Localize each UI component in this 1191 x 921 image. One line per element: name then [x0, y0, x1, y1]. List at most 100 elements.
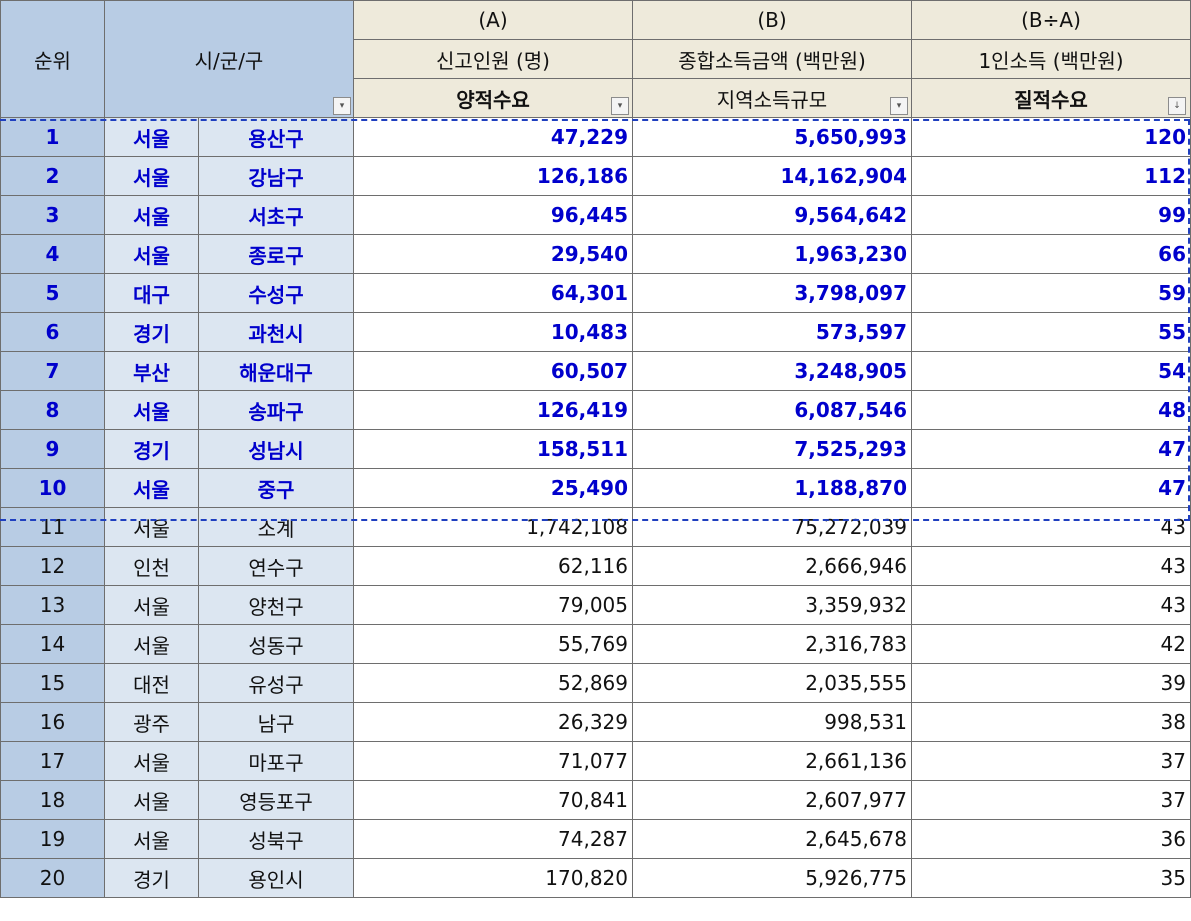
per-capita-cell[interactable]: 48	[911, 390, 1191, 430]
filers-cell[interactable]: 1,742,108	[353, 507, 633, 547]
filers-cell[interactable]: 52,869	[353, 663, 633, 703]
city-cell[interactable]: 대구	[104, 273, 199, 313]
rank-cell[interactable]: 6	[0, 312, 105, 352]
filers-cell[interactable]: 29,540	[353, 234, 633, 274]
city-cell[interactable]: 대전	[104, 663, 199, 703]
income-total-cell[interactable]: 573,597	[632, 312, 912, 352]
income-total-cell[interactable]: 3,359,932	[632, 585, 912, 625]
filers-cell[interactable]: 70,841	[353, 780, 633, 820]
rank-cell[interactable]: 9	[0, 429, 105, 469]
filers-cell[interactable]: 96,445	[353, 195, 633, 235]
filers-cell[interactable]: 26,329	[353, 702, 633, 742]
filers-cell[interactable]: 126,419	[353, 390, 633, 430]
per-capita-cell[interactable]: 39	[911, 663, 1191, 703]
district-cell[interactable]: 송파구	[198, 390, 354, 430]
income-total-cell[interactable]: 3,248,905	[632, 351, 912, 391]
income-total-cell[interactable]: 2,661,136	[632, 741, 912, 781]
rank-cell[interactable]: 5	[0, 273, 105, 313]
filers-cell[interactable]: 64,301	[353, 273, 633, 313]
income-total-cell[interactable]: 2,035,555	[632, 663, 912, 703]
region-header[interactable]: 시/군/구	[104, 0, 354, 118]
rank-cell[interactable]: 16	[0, 702, 105, 742]
per-capita-cell[interactable]: 37	[911, 741, 1191, 781]
rank-cell[interactable]: 4	[0, 234, 105, 274]
district-cell[interactable]: 성동구	[198, 624, 354, 664]
city-cell[interactable]: 경기	[104, 429, 199, 469]
per-capita-cell[interactable]: 54	[911, 351, 1191, 391]
city-cell[interactable]: 서울	[104, 507, 199, 547]
rank-cell[interactable]: 10	[0, 468, 105, 508]
filers-cell[interactable]: 47,229	[353, 117, 633, 157]
income-total-cell[interactable]: 1,963,230	[632, 234, 912, 274]
filers-cell[interactable]: 71,077	[353, 741, 633, 781]
per-capita-cell[interactable]: 47	[911, 429, 1191, 469]
district-cell[interactable]: 성북구	[198, 819, 354, 859]
rank-cell[interactable]: 14	[0, 624, 105, 664]
district-cell[interactable]: 영등포구	[198, 780, 354, 820]
city-cell[interactable]: 서울	[104, 390, 199, 430]
city-cell[interactable]: 서울	[104, 156, 199, 196]
filers-cell[interactable]: 126,186	[353, 156, 633, 196]
district-cell[interactable]: 중구	[198, 468, 354, 508]
income-total-cell[interactable]: 2,666,946	[632, 546, 912, 586]
district-cell[interactable]: 해운대구	[198, 351, 354, 391]
city-cell[interactable]: 부산	[104, 351, 199, 391]
city-cell[interactable]: 서울	[104, 195, 199, 235]
income-total-cell[interactable]: 7,525,293	[632, 429, 912, 469]
city-cell[interactable]: 서울	[104, 741, 199, 781]
rank-cell[interactable]: 17	[0, 741, 105, 781]
filers-cell[interactable]: 79,005	[353, 585, 633, 625]
city-cell[interactable]: 경기	[104, 858, 199, 898]
income-total-cell[interactable]: 75,272,039	[632, 507, 912, 547]
district-cell[interactable]: 남구	[198, 702, 354, 742]
filers-cell[interactable]: 25,490	[353, 468, 633, 508]
filers-cell[interactable]: 62,116	[353, 546, 633, 586]
rank-cell[interactable]: 2	[0, 156, 105, 196]
income-total-cell[interactable]: 9,564,642	[632, 195, 912, 235]
per-capita-cell[interactable]: 42	[911, 624, 1191, 664]
filers-cell[interactable]: 158,511	[353, 429, 633, 469]
district-cell[interactable]: 유성구	[198, 663, 354, 703]
city-cell[interactable]: 서울	[104, 234, 199, 274]
per-capita-cell[interactable]: 36	[911, 819, 1191, 859]
income-total-cell[interactable]: 2,645,678	[632, 819, 912, 859]
rank-cell[interactable]: 18	[0, 780, 105, 820]
city-cell[interactable]: 서울	[104, 780, 199, 820]
per-capita-cell[interactable]: 43	[911, 507, 1191, 547]
district-cell[interactable]: 과천시	[198, 312, 354, 352]
district-cell[interactable]: 연수구	[198, 546, 354, 586]
filers-cell[interactable]: 55,769	[353, 624, 633, 664]
filers-cell[interactable]: 60,507	[353, 351, 633, 391]
per-capita-cell[interactable]: 37	[911, 780, 1191, 820]
district-cell[interactable]: 성남시	[198, 429, 354, 469]
city-cell[interactable]: 광주	[104, 702, 199, 742]
rank-cell[interactable]: 15	[0, 663, 105, 703]
city-cell[interactable]: 경기	[104, 312, 199, 352]
filers-cell[interactable]: 74,287	[353, 819, 633, 859]
city-cell[interactable]: 서울	[104, 117, 199, 157]
income-total-cell[interactable]: 2,607,977	[632, 780, 912, 820]
col-a-subtitle[interactable]: 양적수요	[353, 78, 633, 118]
district-cell[interactable]: 소계	[198, 507, 354, 547]
per-capita-cell[interactable]: 66	[911, 234, 1191, 274]
per-capita-cell[interactable]: 99	[911, 195, 1191, 235]
col-a-filter-dropdown-icon[interactable]: ▾	[611, 97, 629, 115]
income-total-cell[interactable]: 2,316,783	[632, 624, 912, 664]
per-capita-cell[interactable]: 35	[911, 858, 1191, 898]
district-cell[interactable]: 용인시	[198, 858, 354, 898]
district-cell[interactable]: 수성구	[198, 273, 354, 313]
district-cell[interactable]: 용산구	[198, 117, 354, 157]
income-total-cell[interactable]: 3,798,097	[632, 273, 912, 313]
income-total-cell[interactable]: 5,650,993	[632, 117, 912, 157]
district-cell[interactable]: 마포구	[198, 741, 354, 781]
per-capita-cell[interactable]: 47	[911, 468, 1191, 508]
income-total-cell[interactable]: 6,087,546	[632, 390, 912, 430]
col-b-subtitle[interactable]: 지역소득규모	[632, 78, 912, 118]
city-cell[interactable]: 서울	[104, 819, 199, 859]
per-capita-cell[interactable]: 55	[911, 312, 1191, 352]
filers-cell[interactable]: 10,483	[353, 312, 633, 352]
per-capita-cell[interactable]: 38	[911, 702, 1191, 742]
per-capita-cell[interactable]: 120	[911, 117, 1191, 157]
city-cell[interactable]: 서울	[104, 468, 199, 508]
district-cell[interactable]: 서초구	[198, 195, 354, 235]
